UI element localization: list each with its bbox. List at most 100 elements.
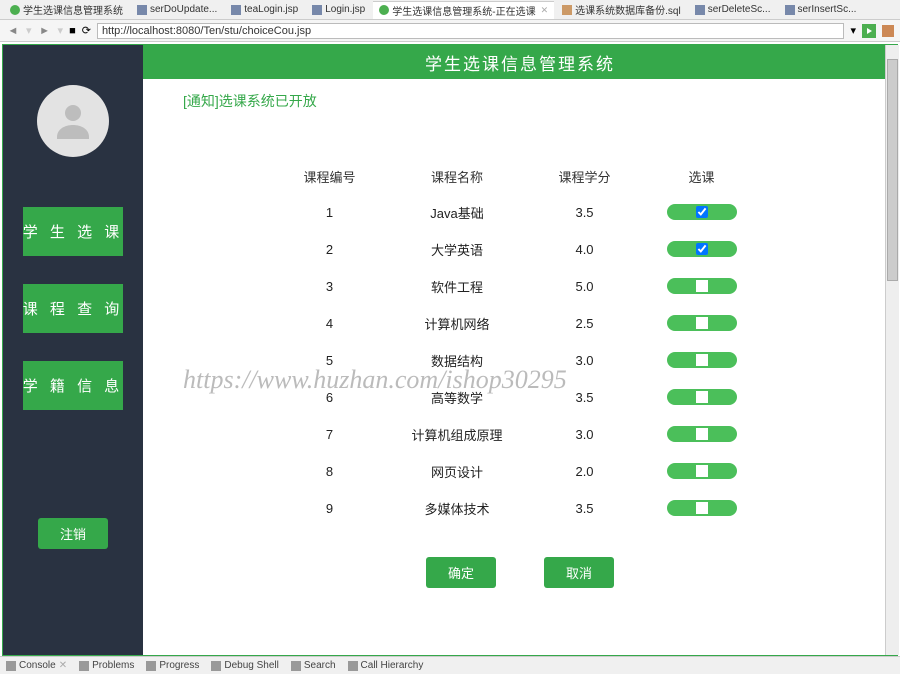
course-checkbox[interactable]	[696, 465, 708, 477]
cell-select	[639, 194, 765, 231]
close-icon[interactable]: ✕	[541, 5, 549, 16]
status-tab[interactable]: Call Hierarchy	[348, 660, 424, 671]
ok-button[interactable]: 确定	[426, 557, 496, 588]
refresh-icon[interactable]: ⟳	[82, 24, 91, 37]
cell-credit: 2.5	[531, 305, 639, 342]
cell-id: 3	[275, 268, 383, 305]
course-checkbox-wrap[interactable]	[667, 241, 737, 257]
url-input[interactable]	[97, 23, 845, 39]
column-header: 课程名称	[383, 159, 530, 194]
cell-name: 网页设计	[383, 453, 530, 490]
view-icon	[348, 661, 358, 671]
cell-id: 8	[275, 453, 383, 490]
ide-tab[interactable]: 学生选课信息管理系统-正在选课✕	[373, 1, 554, 19]
tab-label: serDoUpdate...	[150, 4, 217, 15]
course-checkbox-wrap[interactable]	[667, 500, 737, 516]
cell-credit: 3.0	[531, 416, 639, 453]
ide-tab[interactable]: serDoUpdate...	[131, 3, 223, 16]
course-checkbox-wrap[interactable]	[667, 204, 737, 220]
status-tab[interactable]: Debug Shell	[211, 660, 278, 671]
stop-icon[interactable]: ■	[69, 25, 76, 37]
ide-tab[interactable]: 选课系统数据库备份.sql	[556, 1, 687, 18]
ide-tab[interactable]: teaLogin.jsp	[225, 3, 304, 16]
cell-name: 计算机网络	[383, 305, 530, 342]
tab-label: serDeleteSc...	[708, 4, 771, 15]
course-checkbox[interactable]	[696, 428, 708, 440]
status-tab[interactable]: Problems	[79, 660, 134, 671]
avatar	[37, 85, 109, 157]
logout-button[interactable]: 注销	[38, 518, 108, 549]
status-label: Search	[304, 660, 336, 671]
column-header: 课程学分	[531, 159, 639, 194]
sidebar: 学 生 选 课课 程 查 询学 籍 信 息 注销	[3, 45, 143, 655]
course-checkbox[interactable]	[696, 354, 708, 366]
ide-tab[interactable]: 学生选课信息管理系统	[4, 1, 129, 18]
sidebar-nav-item[interactable]: 课 程 查 询	[23, 284, 124, 333]
ide-tab[interactable]: serInsertSc...	[779, 3, 863, 16]
go-button[interactable]	[862, 24, 876, 38]
status-label: Call Hierarchy	[361, 660, 424, 671]
status-label: Progress	[159, 660, 199, 671]
cell-credit: 4.0	[531, 231, 639, 268]
status-label: Problems	[92, 660, 134, 671]
cell-select	[639, 379, 765, 416]
sidebar-nav-item[interactable]: 学 籍 信 息	[23, 361, 124, 410]
cell-name: 计算机组成原理	[383, 416, 530, 453]
cell-name: 大学英语	[383, 231, 530, 268]
course-checkbox[interactable]	[696, 206, 708, 218]
status-tab[interactable]: Search	[291, 660, 336, 671]
file-icon	[562, 5, 572, 15]
table-row: 5数据结构3.0	[275, 342, 764, 379]
ide-tab[interactable]: Login.jsp	[306, 3, 371, 16]
cell-id: 6	[275, 379, 383, 416]
status-tab[interactable]: Progress	[146, 660, 199, 671]
view-icon	[6, 661, 16, 671]
course-checkbox-wrap[interactable]	[667, 389, 737, 405]
vertical-scrollbar[interactable]	[885, 45, 899, 655]
view-icon	[291, 661, 301, 671]
status-tab[interactable]: Console ✕	[6, 660, 67, 671]
table-row: 8网页设计2.0	[275, 453, 764, 490]
cell-id: 7	[275, 416, 383, 453]
course-checkbox[interactable]	[696, 317, 708, 329]
tab-label: 选课系统数据库备份.sql	[575, 2, 681, 17]
cancel-button[interactable]: 取消	[544, 557, 614, 588]
course-checkbox-wrap[interactable]	[667, 426, 737, 442]
status-label: Console	[19, 660, 56, 671]
cell-credit: 2.0	[531, 453, 639, 490]
file-icon	[695, 5, 705, 15]
file-icon	[312, 5, 322, 15]
course-checkbox-wrap[interactable]	[667, 463, 737, 479]
cell-select	[639, 305, 765, 342]
back-button[interactable]: ◄	[6, 24, 20, 38]
sidebar-nav-item[interactable]: 学 生 选 课	[23, 207, 124, 256]
course-checkbox[interactable]	[696, 243, 708, 255]
ide-tab[interactable]: serDeleteSc...	[689, 3, 777, 16]
course-checkbox[interactable]	[696, 502, 708, 514]
file-icon	[137, 5, 147, 15]
course-table: 课程编号课程名称课程学分选课 1Java基础3.52大学英语4.03软件工程5.…	[275, 159, 764, 527]
table-row: 4计算机网络2.5	[275, 305, 764, 342]
file-icon	[379, 5, 389, 15]
table-row: 2大学英语4.0	[275, 231, 764, 268]
cell-credit: 5.0	[531, 268, 639, 305]
page-title: 学生选课信息管理系统	[143, 45, 897, 79]
view-icon	[146, 661, 156, 671]
cell-select	[639, 231, 765, 268]
close-icon[interactable]: ✕	[59, 660, 67, 671]
tab-label: serInsertSc...	[798, 4, 857, 15]
course-checkbox-wrap[interactable]	[667, 352, 737, 368]
table-row: 3软件工程5.0	[275, 268, 764, 305]
course-checkbox-wrap[interactable]	[667, 315, 737, 331]
tool-icon[interactable]	[882, 25, 894, 37]
cell-id: 9	[275, 490, 383, 527]
course-checkbox-wrap[interactable]	[667, 278, 737, 294]
course-checkbox[interactable]	[696, 391, 708, 403]
cell-name: 软件工程	[383, 268, 530, 305]
cell-credit: 3.0	[531, 342, 639, 379]
course-checkbox[interactable]	[696, 280, 708, 292]
notice-text: [通知]选课系统已开放	[143, 79, 897, 119]
file-icon	[231, 5, 241, 15]
cell-name: Java基础	[383, 194, 530, 231]
forward-button[interactable]: ►	[38, 24, 52, 38]
